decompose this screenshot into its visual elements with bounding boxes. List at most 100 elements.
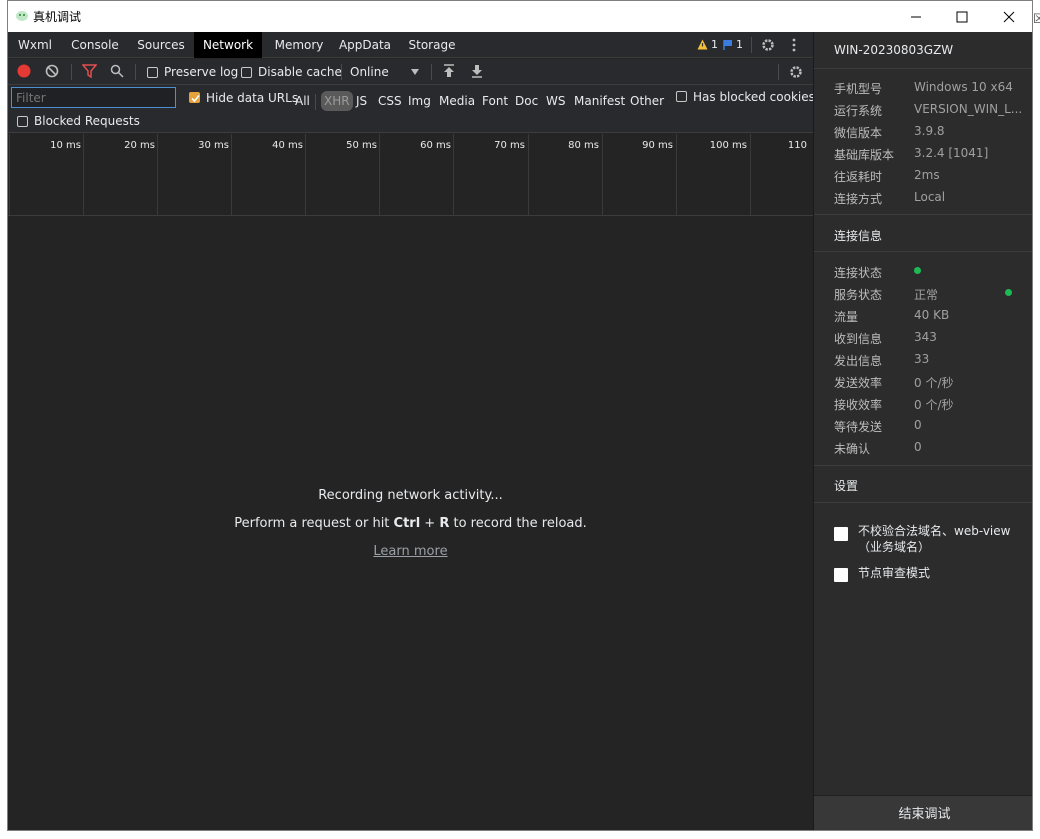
filter-type-img[interactable]: Img: [408, 91, 431, 111]
import-har-icon[interactable]: [443, 64, 455, 78]
conn-key: 发出信息: [834, 354, 883, 368]
filter-type-font[interactable]: Font: [482, 91, 508, 111]
conn-value: 0: [914, 418, 922, 432]
divider: [431, 64, 432, 80]
filter-type-ws[interactable]: WS: [546, 91, 565, 111]
close-button[interactable]: [986, 1, 1032, 32]
title-bar: 真机调试: [8, 1, 1032, 32]
shortcut-key-r: R: [439, 516, 450, 531]
conn-key: 连接状态: [834, 266, 883, 280]
conn-key: 流量: [834, 310, 859, 324]
conn-value: 343: [914, 330, 937, 344]
timeline-gridline: [602, 134, 603, 215]
maximize-button[interactable]: [939, 1, 985, 32]
tab-console[interactable]: Console: [66, 32, 124, 58]
timeline-tick-label: 70 ms: [494, 140, 525, 151]
tab-appdata[interactable]: AppData: [336, 32, 394, 58]
disable-cache-checkbox[interactable]: [241, 67, 252, 78]
filter-type-all[interactable]: All: [295, 91, 310, 111]
filter-input[interactable]: [11, 87, 176, 108]
conn-key: 未确认: [834, 442, 871, 456]
hide-data-urls-checkbox[interactable]: [189, 92, 200, 103]
filter-icon[interactable]: [82, 64, 97, 78]
info-count[interactable]: 1: [736, 38, 743, 52]
network-toolbar: Preserve log Disable cache Online: [8, 59, 813, 85]
conn-key: 发送效率: [834, 376, 883, 390]
filter-type-other[interactable]: Other: [630, 91, 664, 111]
skip-domain-check-checkbox[interactable]: [834, 527, 848, 541]
conn-value: 0 个/秒: [914, 376, 954, 390]
divider: [814, 465, 1032, 466]
record-icon[interactable]: [17, 64, 31, 78]
more-menu-icon[interactable]: [791, 37, 797, 53]
divider: [814, 214, 1032, 215]
info-value: Local: [914, 190, 946, 204]
connection-status-dot: [914, 267, 921, 274]
learn-more-link[interactable]: Learn more: [373, 544, 447, 559]
search-icon[interactable]: [110, 64, 124, 78]
has-blocked-cookies-checkbox[interactable]: [676, 91, 687, 102]
filter-type-xhr[interactable]: XHR: [321, 91, 353, 111]
tab-storage[interactable]: Storage: [406, 32, 458, 58]
preserve-log-checkbox[interactable]: [147, 67, 158, 78]
timeline-gridline: [453, 134, 454, 215]
network-settings-gear-icon[interactable]: [788, 64, 804, 80]
close-icon: [1003, 11, 1015, 22]
has-blocked-cookies-label: Has blocked cookies: [693, 90, 815, 104]
clear-icon[interactable]: [45, 64, 59, 78]
node-inspect-checkbox[interactable]: [834, 568, 848, 582]
conn-value: 40 KB: [914, 308, 950, 322]
info-value: Windows 10 x64: [914, 80, 1013, 94]
shortcut-key-ctrl: Ctrl: [393, 516, 421, 531]
timeline-gridline: [305, 134, 306, 215]
disable-cache-label: Disable cache: [258, 65, 342, 79]
tab-wxml[interactable]: Wxml: [12, 32, 58, 58]
timeline-gridline: [83, 134, 84, 215]
network-overview-timeline[interactable]: 10 ms 20 ms 30 ms 40 ms 50 ms 60 ms 70 m…: [8, 134, 813, 216]
filter-type-js[interactable]: JS: [356, 91, 367, 111]
devtools-tab-bar: Wxml Console Sources Network Memory AppD…: [8, 32, 813, 58]
record-hint-suffix: to record the reload.: [449, 516, 587, 531]
devtools-panel: Wxml Console Sources Network Memory AppD…: [8, 32, 815, 830]
timeline-gridline: [379, 134, 380, 215]
timeline-tick-label: 90 ms: [642, 140, 673, 151]
blocked-requests-checkbox[interactable]: [17, 116, 28, 127]
tab-network[interactable]: Network: [194, 32, 262, 58]
connection-section-title: 连接信息: [834, 229, 883, 243]
skip-domain-check-label: 不校验合法域名、web-view（业务域名）: [858, 524, 1011, 554]
filter-type-css[interactable]: CSS: [378, 91, 402, 111]
minimize-button[interactable]: [893, 1, 939, 32]
conn-value: 33: [914, 352, 930, 366]
info-value: 2ms: [914, 168, 940, 182]
timeline-tick-label: 40 ms: [272, 140, 303, 151]
maximize-icon: [956, 11, 968, 22]
export-har-icon[interactable]: [471, 64, 483, 78]
tab-sources[interactable]: Sources: [132, 32, 190, 58]
service-status-dot: [1005, 289, 1012, 296]
info-key: 连接方式: [834, 192, 883, 206]
divider: [135, 64, 136, 80]
divider: [71, 64, 72, 80]
warnings-count[interactable]: 1: [711, 38, 718, 52]
checkmark-icon: [191, 94, 200, 103]
divider: [315, 94, 316, 110]
filter-type-doc[interactable]: Doc: [515, 91, 538, 111]
filter-type-manifest[interactable]: Manifest: [574, 91, 625, 111]
throttling-select[interactable]: Online: [350, 65, 389, 79]
recording-message: Recording network activity...: [318, 488, 503, 503]
divider: [778, 64, 779, 80]
timeline-gridline: [9, 134, 10, 215]
tab-memory[interactable]: Memory: [266, 32, 332, 58]
device-name: WIN-20230803GZW: [834, 43, 954, 57]
divider: [814, 68, 1032, 69]
settings-gear-icon[interactable]: [760, 37, 776, 53]
timeline-tick-label: 50 ms: [346, 140, 377, 151]
end-debug-button[interactable]: 结束调试: [814, 795, 1032, 830]
filter-type-media[interactable]: Media: [439, 91, 475, 111]
divider: [814, 502, 1032, 503]
window-title: 真机调试: [33, 10, 82, 24]
info-key: 基础库版本: [834, 148, 895, 162]
conn-value: 0: [914, 440, 922, 454]
chevron-down-icon[interactable]: [411, 69, 419, 75]
warning-icon: [697, 39, 708, 50]
